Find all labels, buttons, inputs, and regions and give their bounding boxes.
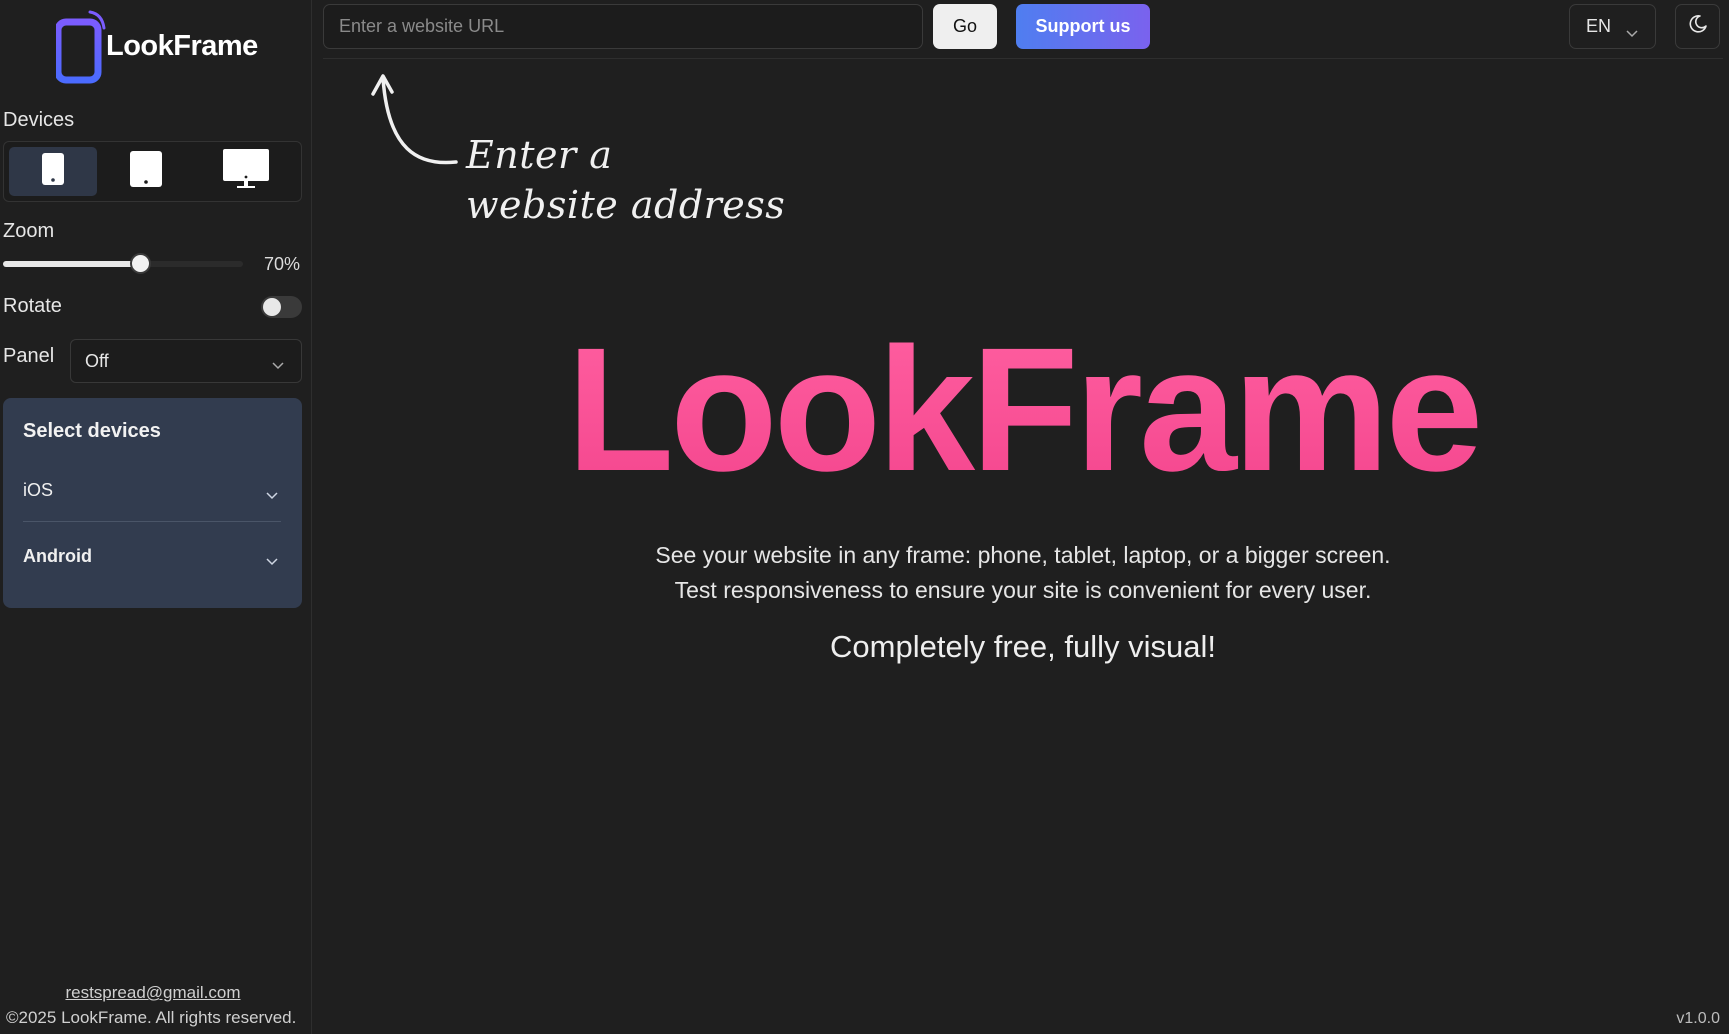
device-group-ios[interactable]: iOS	[23, 470, 283, 510]
support-button[interactable]: Support us	[1016, 4, 1150, 49]
phone-icon	[41, 152, 65, 191]
rotate-toggle-knob	[263, 298, 281, 316]
zoom-value: 70%	[264, 254, 301, 274]
select-devices-title: Select devices	[23, 420, 161, 442]
desktop-icon	[222, 148, 270, 195]
tablet-device-button[interactable]	[102, 147, 190, 196]
hero-subtitle-line-1: See your website in any frame: phone, ta…	[655, 542, 1391, 568]
theme-toggle-button[interactable]	[1675, 4, 1720, 49]
go-button[interactable]: Go	[933, 4, 997, 49]
zoom-slider[interactable]	[3, 253, 243, 274]
device-group-label: Android	[23, 545, 92, 566]
device-group-label: iOS	[23, 479, 54, 500]
desktop-device-button[interactable]	[196, 147, 296, 196]
device-selector	[3, 141, 302, 202]
logo-icon	[54, 8, 106, 84]
language-value: EN	[1586, 16, 1612, 36]
devices-label: Devices	[3, 109, 75, 131]
divider	[23, 521, 281, 522]
panel-label: Panel	[3, 345, 55, 367]
zoom-label: Zoom	[3, 220, 55, 242]
moon-icon	[1688, 14, 1708, 39]
hint-line-1: Enter a	[466, 133, 613, 177]
chevron-down-icon	[1625, 22, 1639, 43]
rotate-toggle[interactable]	[261, 296, 302, 318]
tablet-icon	[129, 150, 163, 193]
hero-title: LookFrame	[323, 320, 1723, 500]
chevron-down-icon	[265, 484, 279, 505]
panel-select[interactable]: Off	[70, 339, 302, 383]
logo[interactable]: LookFrame	[54, 8, 258, 84]
rotate-label: Rotate	[3, 295, 62, 317]
version-label: v1.0.0	[1676, 1010, 1720, 1027]
zoom-slider-fill	[3, 261, 140, 267]
hint-line-2: website address	[466, 183, 786, 227]
copyright-text: ©2025 LookFrame. All rights reserved.	[6, 1008, 297, 1027]
hero-tagline: Completely free, fully visual!	[830, 629, 1216, 664]
logo-text: LookFrame	[106, 29, 258, 62]
url-input[interactable]	[323, 4, 923, 49]
zoom-slider-thumb[interactable]	[130, 253, 151, 274]
topbar-divider	[323, 58, 1723, 59]
language-select[interactable]: EN	[1569, 4, 1656, 49]
device-group-android[interactable]: Android	[23, 536, 283, 576]
hint-arrow-icon	[368, 70, 468, 175]
phone-device-button[interactable]	[9, 147, 97, 196]
panel-select-value: Off	[85, 350, 109, 371]
chevron-down-icon	[271, 354, 285, 375]
select-devices-panel: Select devices iOS Android	[3, 398, 302, 608]
hint-text: Enter a website address	[466, 130, 785, 230]
contact-email-link[interactable]: restspread@gmail.com	[0, 983, 306, 1003]
chevron-down-icon	[265, 550, 279, 571]
hero-subtitle-line-2: Test responsiveness to ensure your site …	[674, 577, 1372, 603]
sidebar: LookFrame Devices Zoom 70% Rotate Panel …	[0, 0, 312, 1034]
